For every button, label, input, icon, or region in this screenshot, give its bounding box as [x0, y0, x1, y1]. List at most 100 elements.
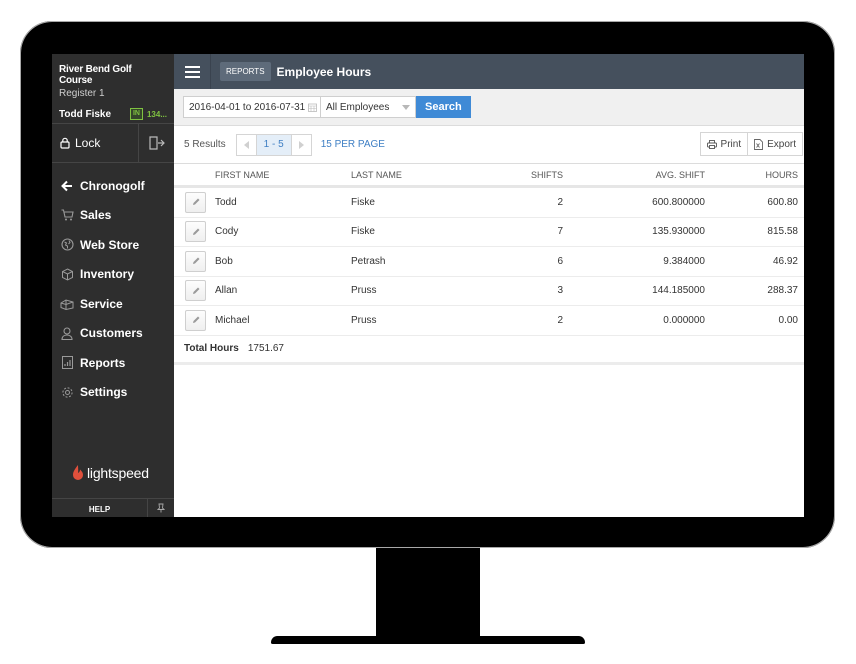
hamburger-icon [184, 65, 200, 78]
pin-icon [157, 503, 165, 513]
last-name-cell: Pruss [350, 305, 492, 336]
column-header-last-name[interactable]: LAST NAME [350, 164, 492, 188]
edit-button[interactable] [185, 309, 206, 331]
column-header-shifts[interactable]: SHIFTS [492, 164, 564, 188]
sidebar-nav: Chronogolf Sales Web Store Inventory Ser… [52, 163, 174, 407]
next-page-button[interactable] [290, 134, 311, 155]
menu-button[interactable] [174, 54, 211, 89]
filter-bar: 2016-04-01 to 2016-07-31 All Employees S… [174, 89, 804, 126]
shifts-cell: 2 [492, 186, 564, 218]
last-name-cell: Fiske [350, 217, 492, 247]
sidebar-item-chronogolf[interactable]: Chronogolf [52, 171, 174, 201]
first-name-cell: Allan [212, 276, 350, 306]
sidebar-item-label: Web Store [80, 237, 140, 252]
total-hours-row: Total Hours 1751.67 [174, 336, 804, 365]
sidebar-item-settings[interactable]: Settings [52, 378, 174, 408]
sidebar-item-sales[interactable]: Sales [52, 201, 174, 231]
hours-cell: 288.37 [706, 276, 804, 306]
sidebar-item-service[interactable]: Service [52, 289, 174, 319]
top-bar: REPORTS Employee Hours [174, 54, 804, 89]
export-button[interactable]: Export [748, 133, 802, 155]
edit-button[interactable] [185, 250, 206, 272]
service-icon [60, 297, 74, 311]
edit-button[interactable] [185, 221, 206, 243]
last-name-cell: Pruss [350, 276, 492, 306]
first-name-cell: Bob [212, 246, 350, 277]
results-bar: 5 Results 1 - 5 15 PER PAGE Print Export [174, 126, 804, 164]
hours-cell: 0.00 [706, 305, 804, 336]
breadcrumb-reports[interactable]: REPORTS [220, 62, 271, 81]
chevron-right-icon [298, 140, 304, 149]
pencil-icon [192, 228, 199, 235]
user-row: Todd Fiske IN 134... [59, 108, 167, 120]
first-name-cell: Cody [212, 217, 350, 247]
lock-button[interactable]: Lock [52, 124, 139, 162]
avg-shift-cell: 9.384000 [564, 246, 706, 277]
clock-time: 134... [146, 109, 167, 119]
table-row: Todd Fiske 2 600.800000 600.80 [174, 186, 804, 218]
total-hours-value: 1751.67 [247, 343, 284, 354]
flame-icon [73, 465, 83, 480]
employee-select[interactable]: All Employees [321, 96, 416, 118]
globe-icon [60, 238, 74, 252]
column-header-hours[interactable]: HOURS [706, 164, 804, 188]
calendar-icon [308, 103, 317, 112]
table-header-row: FIRST NAME LAST NAME SHIFTS AVG. SHIFT H… [174, 164, 804, 188]
logout-button[interactable] [139, 124, 174, 162]
sidebar-item-inventory[interactable]: Inventory [52, 260, 174, 290]
per-page-selector[interactable]: 15 PER PAGE [321, 139, 385, 150]
date-range-value: 2016-04-01 to 2016-07-31 [189, 101, 306, 113]
sidebar-item-web-store[interactable]: Web Store [52, 230, 174, 260]
shifts-cell: 2 [492, 305, 564, 336]
store-name: River Bend Golf Course [59, 64, 132, 86]
first-name-cell: Todd [212, 186, 350, 218]
store-info: River Bend Golf Course Register 1 Todd F… [52, 54, 174, 124]
sidebar-item-customers[interactable]: Customers [52, 319, 174, 349]
sidebar: River Bend Golf Course Register 1 Todd F… [52, 54, 174, 517]
sidebar-item-label: Customers [80, 326, 143, 341]
lightspeed-logo: lightspeed [72, 464, 149, 481]
hours-cell: 46.92 [706, 246, 804, 277]
prev-page-button[interactable] [237, 134, 257, 155]
edit-button[interactable] [185, 191, 206, 213]
logo-text: lightspeed [87, 464, 149, 481]
report-icon [60, 356, 74, 370]
chevron-down-icon [402, 104, 410, 110]
avg-shift-cell: 135.930000 [564, 217, 706, 247]
monitor-stand-base [271, 636, 585, 644]
arrow-left-icon [60, 179, 74, 193]
sidebar-footer: HELP [52, 498, 174, 517]
chevron-left-icon [243, 140, 249, 149]
edit-button[interactable] [185, 280, 206, 302]
shifts-cell: 6 [492, 246, 564, 277]
clock-status-badge[interactable]: IN [129, 108, 143, 120]
sidebar-item-label: Inventory [80, 267, 135, 282]
table-row: Cody Fiske 7 135.930000 815.58 [174, 217, 804, 247]
help-button[interactable]: HELP [52, 499, 148, 517]
date-range-input[interactable]: 2016-04-01 to 2016-07-31 [183, 96, 321, 118]
lock-row: Lock [52, 124, 174, 163]
export-label: Export [767, 138, 796, 150]
search-button[interactable]: Search [416, 96, 471, 118]
printer-icon [706, 139, 717, 149]
main-content: REPORTS Employee Hours 2016-04-01 to 201… [174, 54, 804, 517]
column-header-first-name[interactable]: FIRST NAME [212, 164, 350, 188]
table-row: Michael Pruss 2 0.000000 0.00 [174, 305, 804, 336]
shifts-cell: 7 [492, 217, 564, 247]
current-page-range: 1 - 5 [256, 134, 291, 155]
lock-icon [60, 137, 70, 149]
pencil-icon [192, 287, 199, 294]
avg-shift-cell: 600.800000 [564, 186, 706, 218]
print-label: Print [720, 138, 742, 150]
excel-file-icon [754, 138, 764, 150]
sidebar-item-reports[interactable]: Reports [52, 348, 174, 378]
total-hours-label: Total Hours [184, 343, 239, 354]
column-header-avg-shift[interactable]: AVG. SHIFT [564, 164, 706, 188]
sidebar-item-label: Service [80, 296, 123, 311]
pin-button[interactable] [148, 499, 174, 517]
sidebar-item-label: Settings [80, 385, 128, 400]
print-button[interactable]: Print [701, 133, 749, 155]
sidebar-item-label: Chronogolf [80, 178, 145, 193]
pencil-icon [192, 316, 199, 324]
lock-label: Lock [75, 136, 101, 150]
